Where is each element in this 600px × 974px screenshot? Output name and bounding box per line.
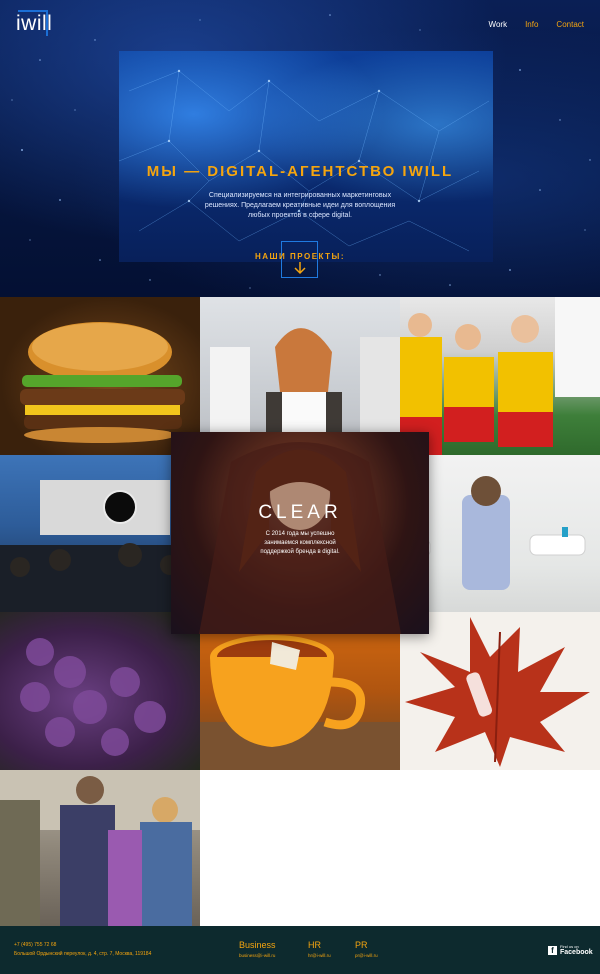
featured-description: С 2014 года мы успешно занимаемся компле… bbox=[260, 531, 340, 555]
nav-work[interactable]: Work bbox=[489, 20, 508, 29]
footer-contact-title: PR bbox=[355, 940, 368, 950]
nav-info[interactable]: Info bbox=[525, 20, 538, 29]
footer-contact-title: Business bbox=[239, 940, 276, 950]
footer-contact-email[interactable]: business@i-will.ru bbox=[239, 953, 276, 958]
projects-label: НАШИ ПРОЕКТЫ: bbox=[254, 252, 346, 261]
featured-project-clear[interactable]: CLEAR С 2014 года мы успешно занимаемся … bbox=[171, 432, 429, 634]
arrow-down-icon bbox=[294, 262, 306, 275]
hero-network-image bbox=[119, 51, 493, 262]
footer-contact-pr: PR pr@i-will.ru bbox=[355, 940, 378, 958]
facebook-icon: f bbox=[548, 945, 557, 955]
footer-contact-business: Business business@i-will.ru bbox=[239, 940, 276, 958]
main-nav: Work Info Contact bbox=[489, 20, 584, 29]
project-tile-city[interactable] bbox=[0, 455, 200, 612]
project-tile-coca-cola-leaf[interactable] bbox=[400, 612, 600, 770]
footer-contact-email[interactable]: hr@i-will.ru bbox=[308, 953, 331, 958]
footer-contact-email[interactable]: pr@i-will.ru bbox=[355, 953, 378, 958]
project-tile-kids[interactable] bbox=[400, 297, 600, 455]
footer-phone[interactable]: +7 (495) 755 72 68 bbox=[14, 942, 56, 948]
project-tile-tea[interactable] bbox=[200, 612, 400, 770]
facebook-label: Facebook bbox=[560, 949, 593, 956]
project-tile-burger[interactable] bbox=[0, 297, 200, 455]
project-tile-street[interactable] bbox=[0, 770, 200, 926]
facebook-link[interactable]: f Find us on Facebook bbox=[548, 944, 593, 956]
project-tile-bathroom[interactable] bbox=[400, 455, 600, 612]
featured-title: CLEAR bbox=[258, 502, 342, 523]
logo[interactable]: iwill bbox=[14, 12, 52, 36]
hero-title: МЫ — DIGITAL-АГЕНТСТВО IWILL bbox=[146, 163, 454, 180]
hero-section: iwill Work Info Contact МЫ — DIGITAL-АГЕ… bbox=[0, 0, 600, 297]
footer: +7 (495) 755 72 68 Большой Ордынский пер… bbox=[0, 926, 600, 974]
footer-address: Большой Ордынский переулок, д. 4, стр. 7… bbox=[14, 951, 152, 957]
footer-contact-title: HR bbox=[308, 940, 321, 950]
project-tile-lilac[interactable] bbox=[0, 612, 200, 770]
hero-description: Специализируемся на интегрированных марк… bbox=[204, 192, 396, 219]
footer-contact-hr: HR hr@i-will.ru bbox=[308, 940, 331, 958]
nav-contact[interactable]: Contact bbox=[556, 20, 584, 29]
